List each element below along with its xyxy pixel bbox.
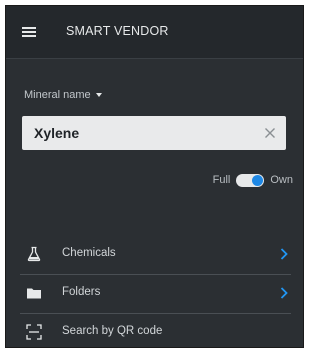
- menu-item-search-by-qr[interactable]: Search by QR code: [20, 314, 291, 347]
- toggle-label-own[interactable]: Own: [270, 174, 293, 186]
- app-title: SMART VENDOR: [66, 24, 169, 38]
- app-bar: SMART VENDOR: [6, 6, 303, 59]
- toggle-label-full[interactable]: Full: [213, 174, 231, 186]
- search-input[interactable]: Xylene: [22, 116, 286, 150]
- menu-item-chemicals[interactable]: Chemicals: [20, 236, 291, 275]
- folder-icon: [27, 288, 41, 299]
- close-icon[interactable]: [262, 125, 278, 141]
- menu-item-label: Search by QR code: [62, 325, 163, 337]
- qr-scan-icon: [26, 324, 42, 340]
- caret-down-icon: [95, 93, 102, 98]
- scope-toggle[interactable]: Full Own: [213, 172, 293, 188]
- toggle-switch[interactable]: [236, 173, 265, 187]
- search-field-label: Mineral name: [24, 89, 91, 101]
- menu-list: Chemicals Folders Search by QR code: [6, 236, 303, 347]
- flask-icon: [27, 246, 41, 262]
- menu-item-folders[interactable]: Folders: [20, 275, 291, 314]
- search-input-value[interactable]: Xylene: [34, 125, 79, 141]
- menu-item-label: Chemicals: [62, 247, 116, 259]
- hamburger-menu-icon[interactable]: [22, 27, 36, 37]
- chevron-right-icon: [280, 287, 288, 299]
- chevron-right-icon: [280, 248, 288, 260]
- search-field-selector[interactable]: Mineral name: [24, 89, 102, 101]
- app-frame: SMART VENDOR Mineral name Xylene Full Ow…: [5, 5, 304, 348]
- menu-item-label: Folders: [62, 286, 101, 298]
- toggle-knob: [252, 174, 264, 186]
